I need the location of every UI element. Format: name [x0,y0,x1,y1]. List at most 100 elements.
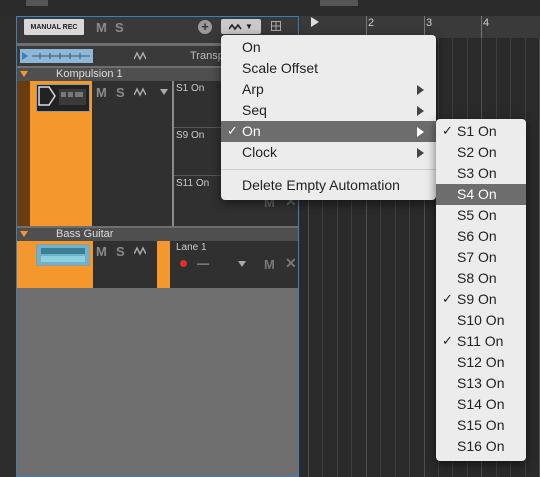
track-mute-button[interactable]: M [96,244,107,259]
menu-item-delete-empty-automation[interactable]: Delete Empty Automation [221,175,436,196]
plus-circle-icon[interactable]: + [198,20,212,34]
submenu-item[interactable]: S3 On [436,163,526,184]
submenu-item-label: S9 On [457,291,497,307]
automation-context-menu[interactable]: On Scale Offset Arp Seq ✓ On Clock Delet… [221,35,436,200]
menu-item-label: On [242,39,261,55]
chevron-down-icon[interactable] [160,89,168,95]
collapse-triangle-icon[interactable] [20,231,28,237]
menu-item-label: Delete Empty Automation [242,177,400,193]
submenu-item[interactable]: S13 On [436,373,526,394]
instrument-thumbnail-icon [41,248,85,262]
submenu-item[interactable]: S4 On [436,184,526,205]
automation-wave-icon[interactable] [134,246,146,256]
submenu-item-label: S15 On [457,417,505,433]
lane-mute-button[interactable]: M [264,257,275,272]
submenu-item-label: S16 On [457,438,505,454]
track-solo-button[interactable]: S [116,85,125,100]
checkmark-icon: ✓ [442,123,453,138]
checkmark-icon: ✓ [227,123,238,138]
submenu-item-label: S1 On [457,123,497,139]
chevron-down-icon: ▼ [245,22,253,31]
submenu-item[interactable]: ✓ S11 On [436,331,526,352]
submenu-item-label: S7 On [457,249,497,265]
mute-all-button[interactable]: M [96,20,107,35]
lane-separator [174,175,224,176]
top-toolbar [0,0,540,16]
submenu-item[interactable]: S5 On [436,205,526,226]
ruler-bar-number: 4 [483,17,490,29]
track-color-edge [17,81,30,226]
checkmark-icon: ✓ [442,333,453,348]
submenu-item-label: S6 On [457,228,497,244]
submenu-item-label: S4 On [457,186,497,202]
track-solo-button[interactable]: S [116,244,125,259]
chevron-down-icon[interactable] [238,261,246,267]
submenu-item-label: S8 On [457,270,497,286]
lane-color-strip [157,241,170,288]
automation-lane-label[interactable]: S1 On [176,83,204,94]
menu-item-on[interactable]: On [221,37,436,58]
solo-all-button[interactable]: S [115,20,124,35]
submenu-item-label: S11 On [457,333,504,349]
lane-dash: — [197,256,209,270]
submenu-arrow-icon [417,148,424,158]
submenu-item[interactable]: ✓ S1 On [436,121,526,142]
transport-ruler[interactable] [20,49,93,63]
submenu-item[interactable]: S15 On [436,415,526,436]
submenu-item[interactable]: S7 On [436,247,526,268]
automation-lane-label[interactable]: S11 On [176,178,209,189]
close-icon[interactable]: ✕ [285,255,297,272]
instrument-thumbnail-icon [38,86,86,106]
ruler-ticks-icon [22,52,90,60]
submenu-item-label: S3 On [457,165,497,181]
submenu-item[interactable]: S16 On [436,436,526,457]
automation-dropdown-button[interactable]: ▼ [221,19,261,34]
automation-wave-icon[interactable] [134,87,146,97]
submenu-item[interactable]: S8 On [436,268,526,289]
menu-item-on-submenu[interactable]: ✓ On [221,121,436,142]
instrument-thumbnail[interactable] [36,84,90,112]
submenu-arrow-icon [417,127,424,137]
submenu-item[interactable]: S14 On [436,394,526,415]
menu-separator [221,169,436,170]
menu-item-scale-offset[interactable]: Scale Offset [221,58,436,79]
menu-item-arp[interactable]: Arp [221,79,436,100]
transport-label: Transp [190,50,224,62]
step-on-submenu[interactable]: ✓ S1 On S2 On S3 On S4 On S5 On S6 On S7 On S8 O… [436,119,526,461]
submenu-item[interactable]: S10 On [436,310,526,331]
track-name: Bass Guitar [56,228,114,240]
submenu-item-label: S13 On [457,375,505,391]
lane-label[interactable]: Lane 1 [176,242,207,253]
ruler-bar-number: 3 [426,17,433,29]
toolbar-tab[interactable] [320,0,358,6]
submenu-item-label: S14 On [457,396,505,412]
menu-item-clock[interactable]: Clock [221,142,436,163]
record-arm-icon[interactable] [180,260,187,267]
ruler-bar-number: 2 [368,17,375,29]
menu-item-label: Clock [242,144,278,160]
manual-rec-button[interactable]: MANUAL REC [24,19,84,35]
collapse-triangle-icon[interactable] [20,71,28,77]
ruler-tick [481,16,482,38]
submenu-item[interactable]: ✓ S9 On [436,289,526,310]
track-mute-button[interactable]: M [96,85,107,100]
grid-icon[interactable] [271,21,281,31]
submenu-item-label: S10 On [457,312,505,328]
submenu-item[interactable]: S6 On [436,226,526,247]
menu-item-seq[interactable]: Seq [221,100,436,121]
menu-item-label: Scale Offset [242,60,319,76]
menu-item-label: Seq [242,102,267,118]
automation-wave-icon[interactable] [134,51,146,61]
submenu-arrow-icon [417,106,424,116]
toolbar-tab[interactable] [26,0,48,6]
automation-lane-label[interactable]: S9 On [176,130,204,141]
lane-separator [174,127,224,128]
menu-item-label: Arp [242,81,264,97]
menu-item-label: On [242,123,261,139]
checkmark-icon: ✓ [442,291,453,306]
submenu-item[interactable]: S2 On [436,142,526,163]
submenu-item-label: S12 On [457,354,505,370]
submenu-arrow-icon [417,85,424,95]
submenu-item[interactable]: S12 On [436,352,526,373]
instrument-thumbnail[interactable] [36,244,90,266]
